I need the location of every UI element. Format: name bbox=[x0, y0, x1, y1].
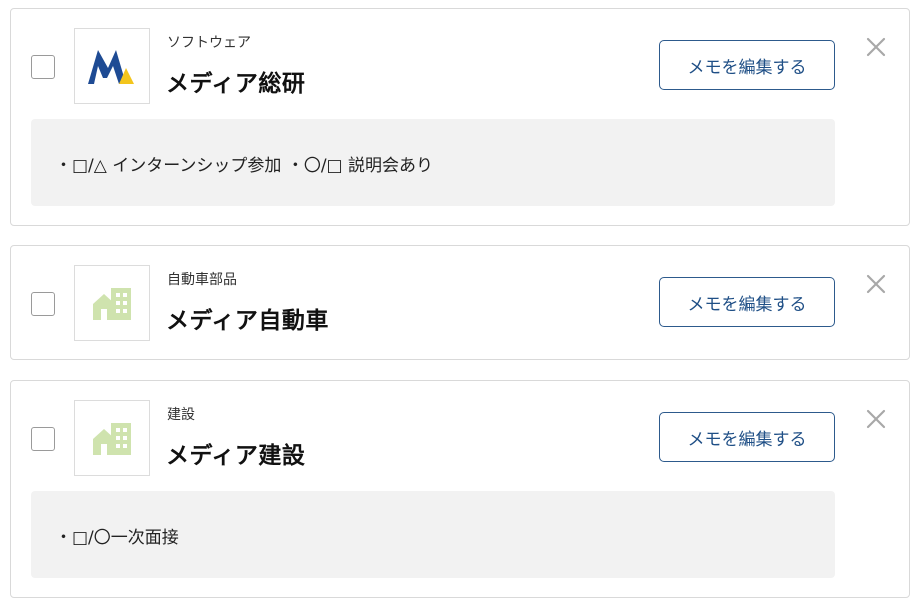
industry-label: 自動車部品 bbox=[167, 272, 237, 288]
company-name: メディア総研 bbox=[166, 71, 306, 97]
edit-memo-button[interactable]: メモを編集する bbox=[659, 40, 835, 90]
memo-text: ・□/△ インターンシップ参加 ・〇/□ 説明会あり bbox=[55, 156, 434, 176]
memo-text: ・□/〇一次面接 bbox=[55, 528, 179, 548]
close-icon bbox=[866, 409, 886, 429]
company-name: メディア建設 bbox=[166, 443, 306, 469]
memo-box: ・□/△ インターンシップ参加 ・〇/□ 説明会あり bbox=[31, 119, 835, 206]
industry-label: ソフトウェア bbox=[167, 35, 251, 51]
select-checkbox[interactable] bbox=[31, 292, 55, 316]
company-logo bbox=[74, 28, 150, 104]
select-checkbox[interactable] bbox=[31, 427, 55, 451]
company-card: ソフトウェア メディア総研 メモを編集する ・□/△ インターンシップ参加 ・〇… bbox=[10, 8, 910, 226]
company-logo bbox=[74, 400, 150, 476]
company-card: 建設 メディア建設 メモを編集する ・□/〇一次面接 bbox=[10, 380, 910, 598]
media-souken-logo-icon bbox=[88, 50, 134, 84]
memo-box: ・□/〇一次面接 bbox=[31, 491, 835, 578]
edit-memo-button[interactable]: メモを編集する bbox=[659, 412, 835, 462]
remove-button[interactable] bbox=[863, 34, 889, 60]
close-icon bbox=[866, 274, 886, 294]
edit-memo-button[interactable]: メモを編集する bbox=[659, 277, 835, 327]
industry-label: 建設 bbox=[167, 407, 195, 423]
company-card: 自動車部品 メディア自動車 メモを編集する bbox=[10, 245, 910, 360]
remove-button[interactable] bbox=[863, 406, 889, 432]
remove-button[interactable] bbox=[863, 271, 889, 297]
building-placeholder-icon bbox=[93, 288, 131, 320]
building-placeholder-icon bbox=[93, 423, 131, 455]
close-icon bbox=[866, 37, 886, 57]
company-logo bbox=[74, 265, 150, 341]
company-name: メディア自動車 bbox=[166, 308, 329, 334]
select-checkbox[interactable] bbox=[31, 55, 55, 79]
